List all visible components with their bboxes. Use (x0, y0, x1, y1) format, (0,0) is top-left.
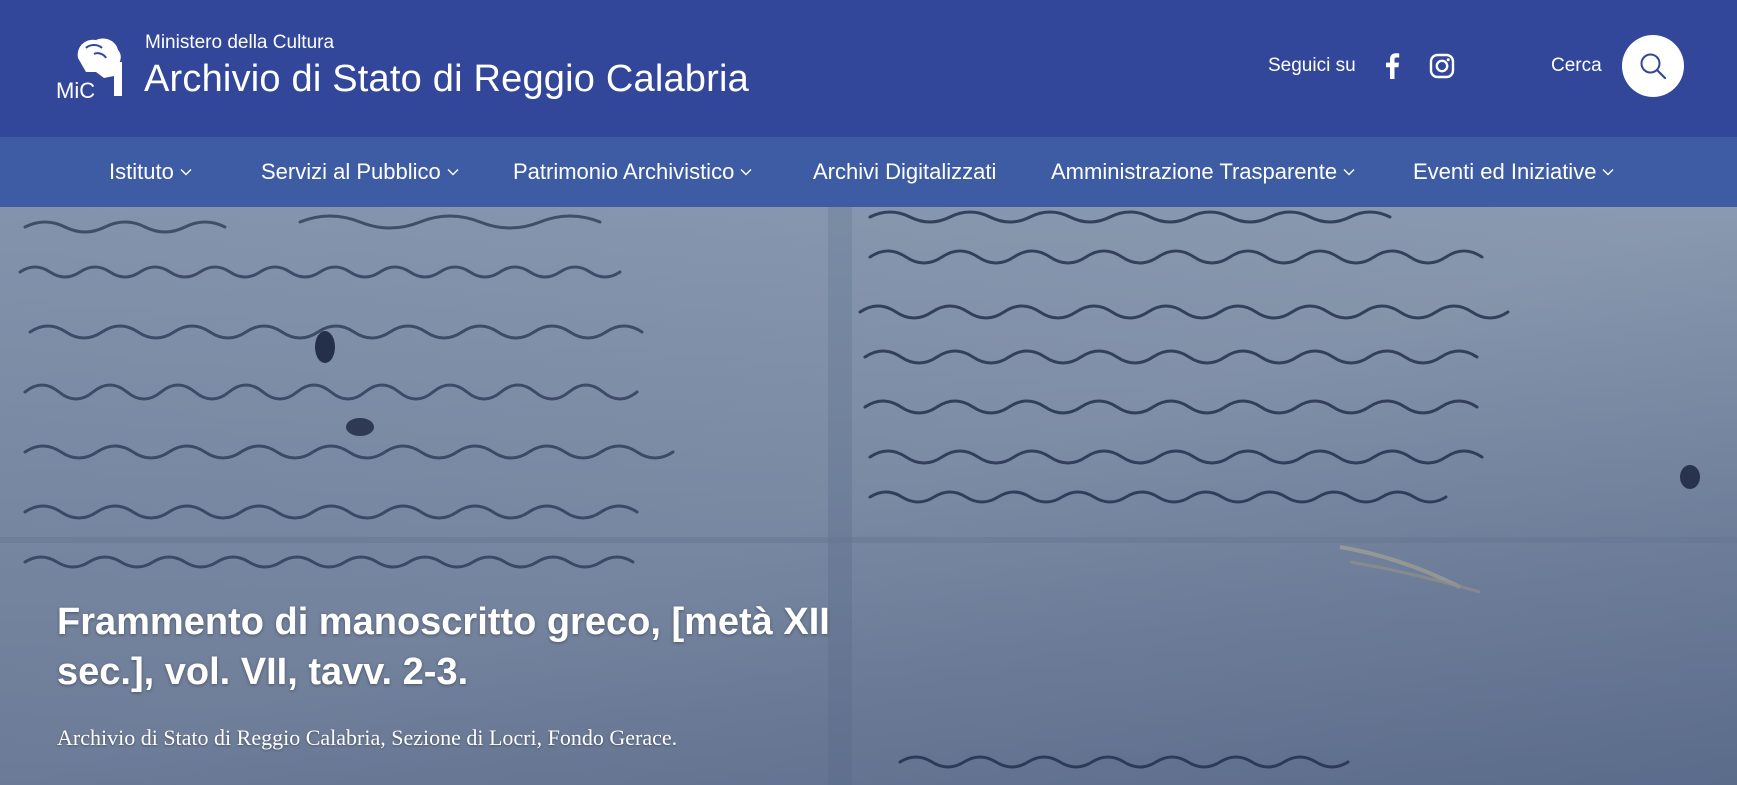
page: MiC Ministero della Cultura Archivio di … (0, 0, 1737, 785)
hero-title: Frammento di manoscritto greco, [metà XI… (57, 601, 830, 693)
site-title[interactable]: Archivio di Stato di Reggio Calabria (144, 58, 749, 101)
chevron-down-icon (740, 168, 752, 176)
social-label: Seguici su (1268, 55, 1356, 76)
nav-item-label: Servizi al Pubblico (261, 159, 441, 184)
nav-item-patrimonio[interactable]: Patrimonio Archivistico (513, 137, 752, 207)
chevron-down-icon (180, 168, 192, 176)
nav-item-label: Amministrazione Trasparente (1051, 159, 1338, 184)
search-button[interactable] (1621, 35, 1684, 97)
nav-item-istituto[interactable]: Istituto (109, 137, 192, 207)
chevron-down-icon (447, 168, 459, 176)
hero-banner: Frammento di manoscritto greco, [metà XI… (0, 207, 1737, 785)
instagram-icon[interactable] (1428, 52, 1456, 80)
main-nav: Istituto Servizi al Pubblico Patrimonio … (0, 137, 1737, 207)
search-label[interactable]: Cerca (1551, 55, 1602, 77)
nav-item-label: Archivi Digitalizzati (813, 159, 997, 184)
nav-item-servizi[interactable]: Servizi al Pubblico (261, 137, 459, 207)
search-icon (1640, 53, 1666, 80)
facebook-icon[interactable] (1378, 52, 1406, 80)
site-header: MiC Ministero della Cultura Archivio di … (0, 0, 1737, 137)
search-group: Cerca (1551, 35, 1684, 97)
chevron-down-icon (1343, 168, 1355, 176)
mic-logo: MiC (56, 38, 122, 103)
hero-overlay (0, 207, 1737, 785)
nav-item-label: Patrimonio Archivistico (513, 159, 735, 184)
chevron-down-icon (1602, 168, 1614, 176)
logo-text: MiC (56, 78, 95, 103)
nav-item-archivi-digitalizzati[interactable]: Archivi Digitalizzati (813, 137, 996, 207)
nav-item-label: Istituto (109, 159, 174, 184)
nav-item-amministrazione[interactable]: Amministrazione Trasparente (1051, 137, 1355, 207)
hero-subtitle: Archivio di Stato di Reggio Calabria, Se… (57, 725, 678, 750)
nav-item-eventi[interactable]: Eventi ed Iniziative (1413, 137, 1614, 207)
nav-item-label: Eventi ed Iniziative (1413, 159, 1597, 184)
ministry-label: Ministero della Cultura (145, 32, 335, 53)
social-links: Seguici su (1268, 50, 1478, 82)
